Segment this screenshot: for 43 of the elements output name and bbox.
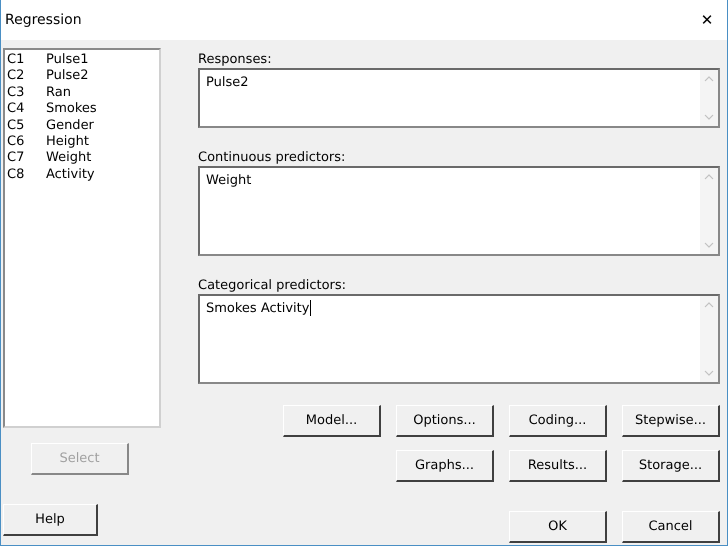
up-chevron-icon — [704, 302, 714, 308]
input-field[interactable]: Smokes Activity — [198, 294, 720, 384]
scroll-bar[interactable] — [700, 168, 718, 254]
dialog-button[interactable]: Cancel — [622, 511, 720, 543]
column-id[interactable]: C5 — [7, 118, 46, 134]
column-id[interactable]: C4 — [7, 101, 46, 118]
option-button[interactable]: Options... — [396, 405, 494, 437]
down-chevron-icon — [704, 370, 714, 376]
column-id[interactable]: C8 — [7, 166, 46, 184]
column-id[interactable]: C2 — [7, 68, 46, 85]
column-name[interactable]: Activity — [46, 166, 95, 184]
option-button[interactable]: Coding... — [509, 405, 607, 437]
column-name[interactable]: Gender — [46, 118, 94, 134]
input-field[interactable]: Weight — [198, 166, 720, 256]
column-name[interactable]: Pulse2 — [46, 68, 89, 85]
scroll-bar[interactable] — [700, 296, 718, 382]
column-name[interactable]: Pulse1 — [46, 52, 89, 68]
up-chevron-icon — [704, 76, 714, 82]
field-label: Continuous predictors: — [198, 149, 346, 166]
column-id[interactable]: C7 — [7, 150, 46, 167]
option-button[interactable]: Results... — [509, 450, 607, 482]
option-button[interactable]: Storage... — [622, 450, 720, 482]
option-button[interactable]: Model... — [283, 405, 381, 437]
down-chevron-icon — [704, 242, 714, 248]
window-title: Regression — [5, 12, 82, 28]
down-chevron-icon — [704, 114, 714, 120]
column-id[interactable]: C1 — [7, 52, 46, 68]
column-name[interactable]: Weight — [46, 150, 92, 167]
close-button[interactable]: ✕ — [687, 0, 727, 40]
field-label: Responses: — [198, 51, 273, 68]
column-name[interactable]: Ran — [46, 84, 71, 102]
help-button[interactable]: Help — [3, 504, 98, 536]
field-label: Categorical predictors: — [198, 277, 348, 294]
column-name[interactable]: Height — [46, 134, 89, 150]
dialog-button[interactable]: OK — [509, 511, 607, 543]
column-id[interactable]: C6 — [7, 134, 46, 150]
column-name[interactable]: Smokes — [46, 101, 97, 118]
column-id[interactable]: C3 — [7, 84, 46, 102]
input-field[interactable]: Pulse2 — [198, 68, 720, 128]
up-chevron-icon — [704, 174, 714, 180]
scroll-bar[interactable] — [700, 70, 718, 126]
option-button[interactable]: Stepwise... — [622, 405, 720, 437]
option-button[interactable]: Graphs... — [396, 450, 494, 482]
